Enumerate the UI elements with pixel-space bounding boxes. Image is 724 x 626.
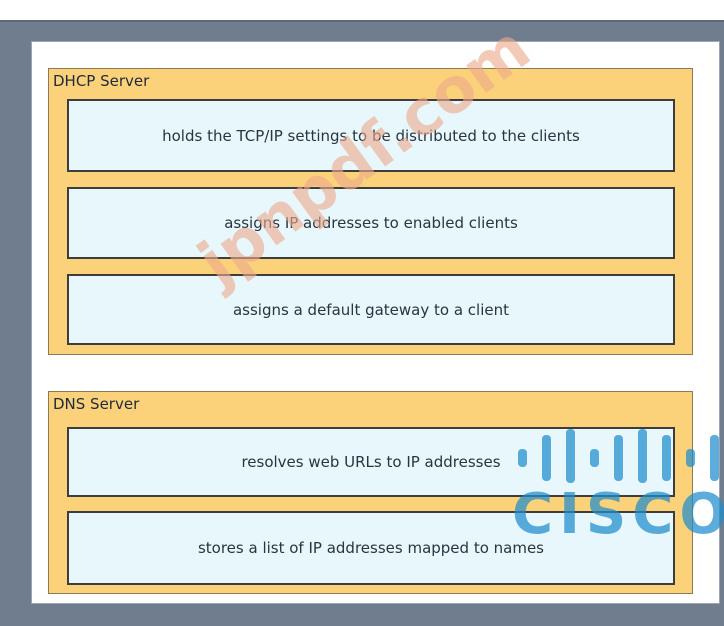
dhcp-server-title: DHCP Server — [53, 72, 150, 90]
dhcp-server-drop-zone[interactable]: DHCP Server holds the TCP/IP settings to… — [48, 68, 693, 355]
dns-item-ip-name-list[interactable]: stores a list of IP addresses mapped to … — [67, 511, 675, 585]
dns-server-title: DNS Server — [53, 395, 140, 413]
dns-server-drop-zone[interactable]: DNS Server resolves web URLs to IP addre… — [48, 391, 693, 594]
dhcp-item-assigns-ip[interactable]: assigns IP addresses to enabled clients — [67, 187, 675, 259]
dhcp-item-tcpip-settings[interactable]: holds the TCP/IP settings to be distribu… — [67, 99, 675, 172]
window-top-band — [0, 0, 724, 22]
dhcp-item-default-gateway[interactable]: assigns a default gateway to a client — [67, 274, 675, 345]
dns-item-resolves-urls[interactable]: resolves web URLs to IP addresses — [67, 427, 675, 497]
matching-panel: DHCP Server holds the TCP/IP settings to… — [31, 41, 720, 604]
